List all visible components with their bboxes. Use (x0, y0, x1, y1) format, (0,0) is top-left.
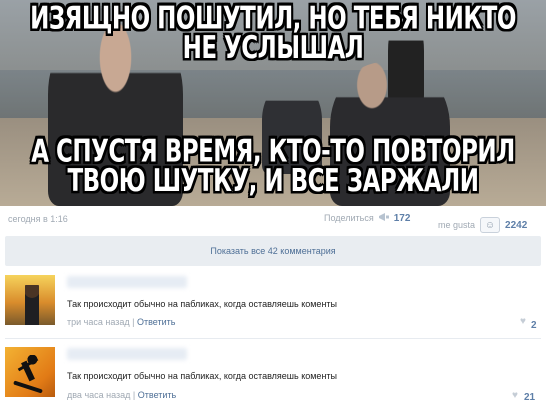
avatar[interactable] (5, 275, 55, 325)
post-timestamp[interactable]: сегодня в 1:16 (8, 214, 68, 224)
avatar[interactable] (5, 347, 55, 397)
smiley-icon: ☺ (480, 217, 501, 233)
share-count: 172 (393, 212, 411, 224)
avatar-figure (25, 285, 39, 325)
meme-caption-bottom-line2: ТВОЮ ШУТКУ, И ВСЕ ЗАРЖАЛИ (67, 164, 479, 200)
reply-link[interactable]: Ответить (138, 390, 176, 400)
comment-author-name[interactable] (67, 276, 187, 288)
share-button[interactable]: Поделиться 172 (324, 212, 410, 224)
megaphone-icon (378, 212, 390, 224)
meme-image[interactable]: ИЗЯЩНО ПОШУТИЛ, НО ТЕБЯ НИКТО НЕ УСЛЫШАЛ… (0, 0, 546, 206)
meme-caption-bottom-line1: А СПУСТЯ ВРЕМЯ, КТО-ТО ПОВТОРИЛ (31, 134, 515, 170)
comment-footer: три часа назад | Ответить (67, 317, 175, 327)
comment-footer: два часа назад | Ответить (67, 390, 176, 400)
like-button[interactable]: me gusta ☺ 2242 (438, 217, 527, 233)
like-count: 2242 (505, 219, 528, 231)
meme-caption-top-line2: НЕ УСЛЫШАЛ (182, 31, 364, 67)
comment-text: Так происходит обычно на пабликах, когда… (67, 371, 337, 381)
comment-like-count: 21 (524, 392, 536, 403)
show-all-comments-button[interactable]: Показать все 42 комментария (5, 236, 541, 266)
comment-author-name[interactable] (67, 348, 187, 360)
share-label: Поделиться (324, 213, 374, 223)
meme-caption-bottom: А СПУСТЯ ВРЕМЯ, КТО-ТО ПОВТОРИЛ ТВОЮ ШУТ… (0, 134, 546, 200)
comment-separator: | (132, 317, 135, 327)
comment-separator: | (132, 390, 136, 400)
comment-time[interactable]: три часа назад (67, 317, 130, 327)
heart-icon[interactable]: ♥ (520, 316, 526, 327)
heart-icon[interactable]: ♥ (512, 390, 518, 401)
meme-caption-top: ИЗЯЩНО ПОШУТИЛ, НО ТЕБЯ НИКТО НЕ УСЛЫШАЛ (0, 1, 546, 67)
comment-like-count: 2 (531, 320, 537, 331)
comment-divider (5, 338, 541, 339)
like-label: me gusta (438, 220, 476, 230)
meme-caption-top-line1: ИЗЯЩНО ПОШУТИЛ, НО ТЕБЯ НИКТО (30, 1, 516, 37)
reply-link[interactable]: Ответить (137, 317, 175, 327)
comment-time[interactable]: два часа назад (67, 390, 130, 400)
comment-text: Так происходит обычно на пабликах, когда… (67, 299, 337, 309)
